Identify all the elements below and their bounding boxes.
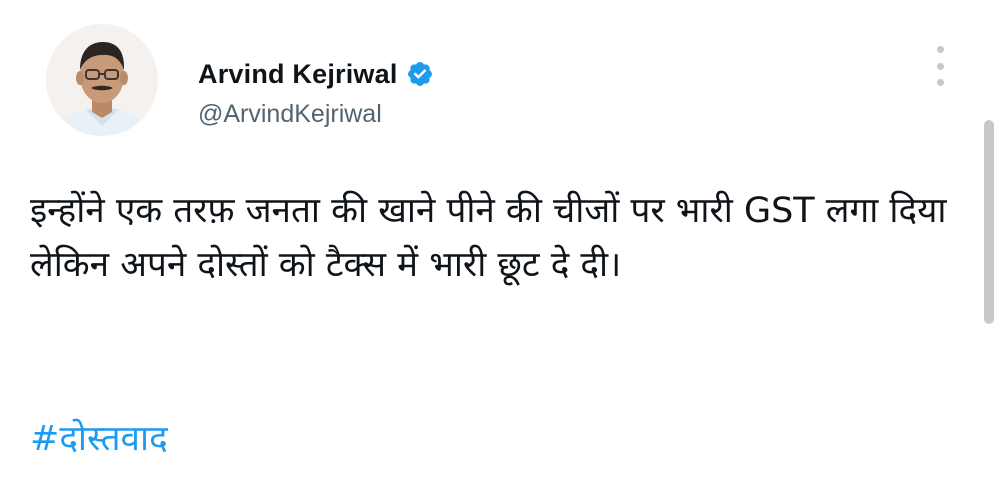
hashtag-link[interactable]: #दोस्तवाद <box>30 412 168 466</box>
more-dot-icon <box>936 62 944 70</box>
more-dot-icon <box>936 79 944 86</box>
author-name[interactable]: Arvind Kejriwal <box>198 59 398 90</box>
tweet-card: Arvind Kejriwal @ArvindKejriwal इन्होंने… <box>0 0 994 480</box>
tweet-text: इन्होंने एक तरफ़ जनता की खाने पीने की ची… <box>30 191 947 285</box>
avatar-portrait-icon <box>46 24 158 136</box>
more-dot-icon <box>936 46 944 53</box>
author-name-row: Arvind Kejriwal <box>198 54 434 94</box>
more-options-icon[interactable] <box>928 46 952 86</box>
author-handle[interactable]: @ArvindKejriwal <box>198 100 382 129</box>
scrollbar-thumb[interactable] <box>984 120 994 324</box>
author-avatar[interactable] <box>46 24 158 136</box>
verified-badge-icon <box>407 62 432 86</box>
